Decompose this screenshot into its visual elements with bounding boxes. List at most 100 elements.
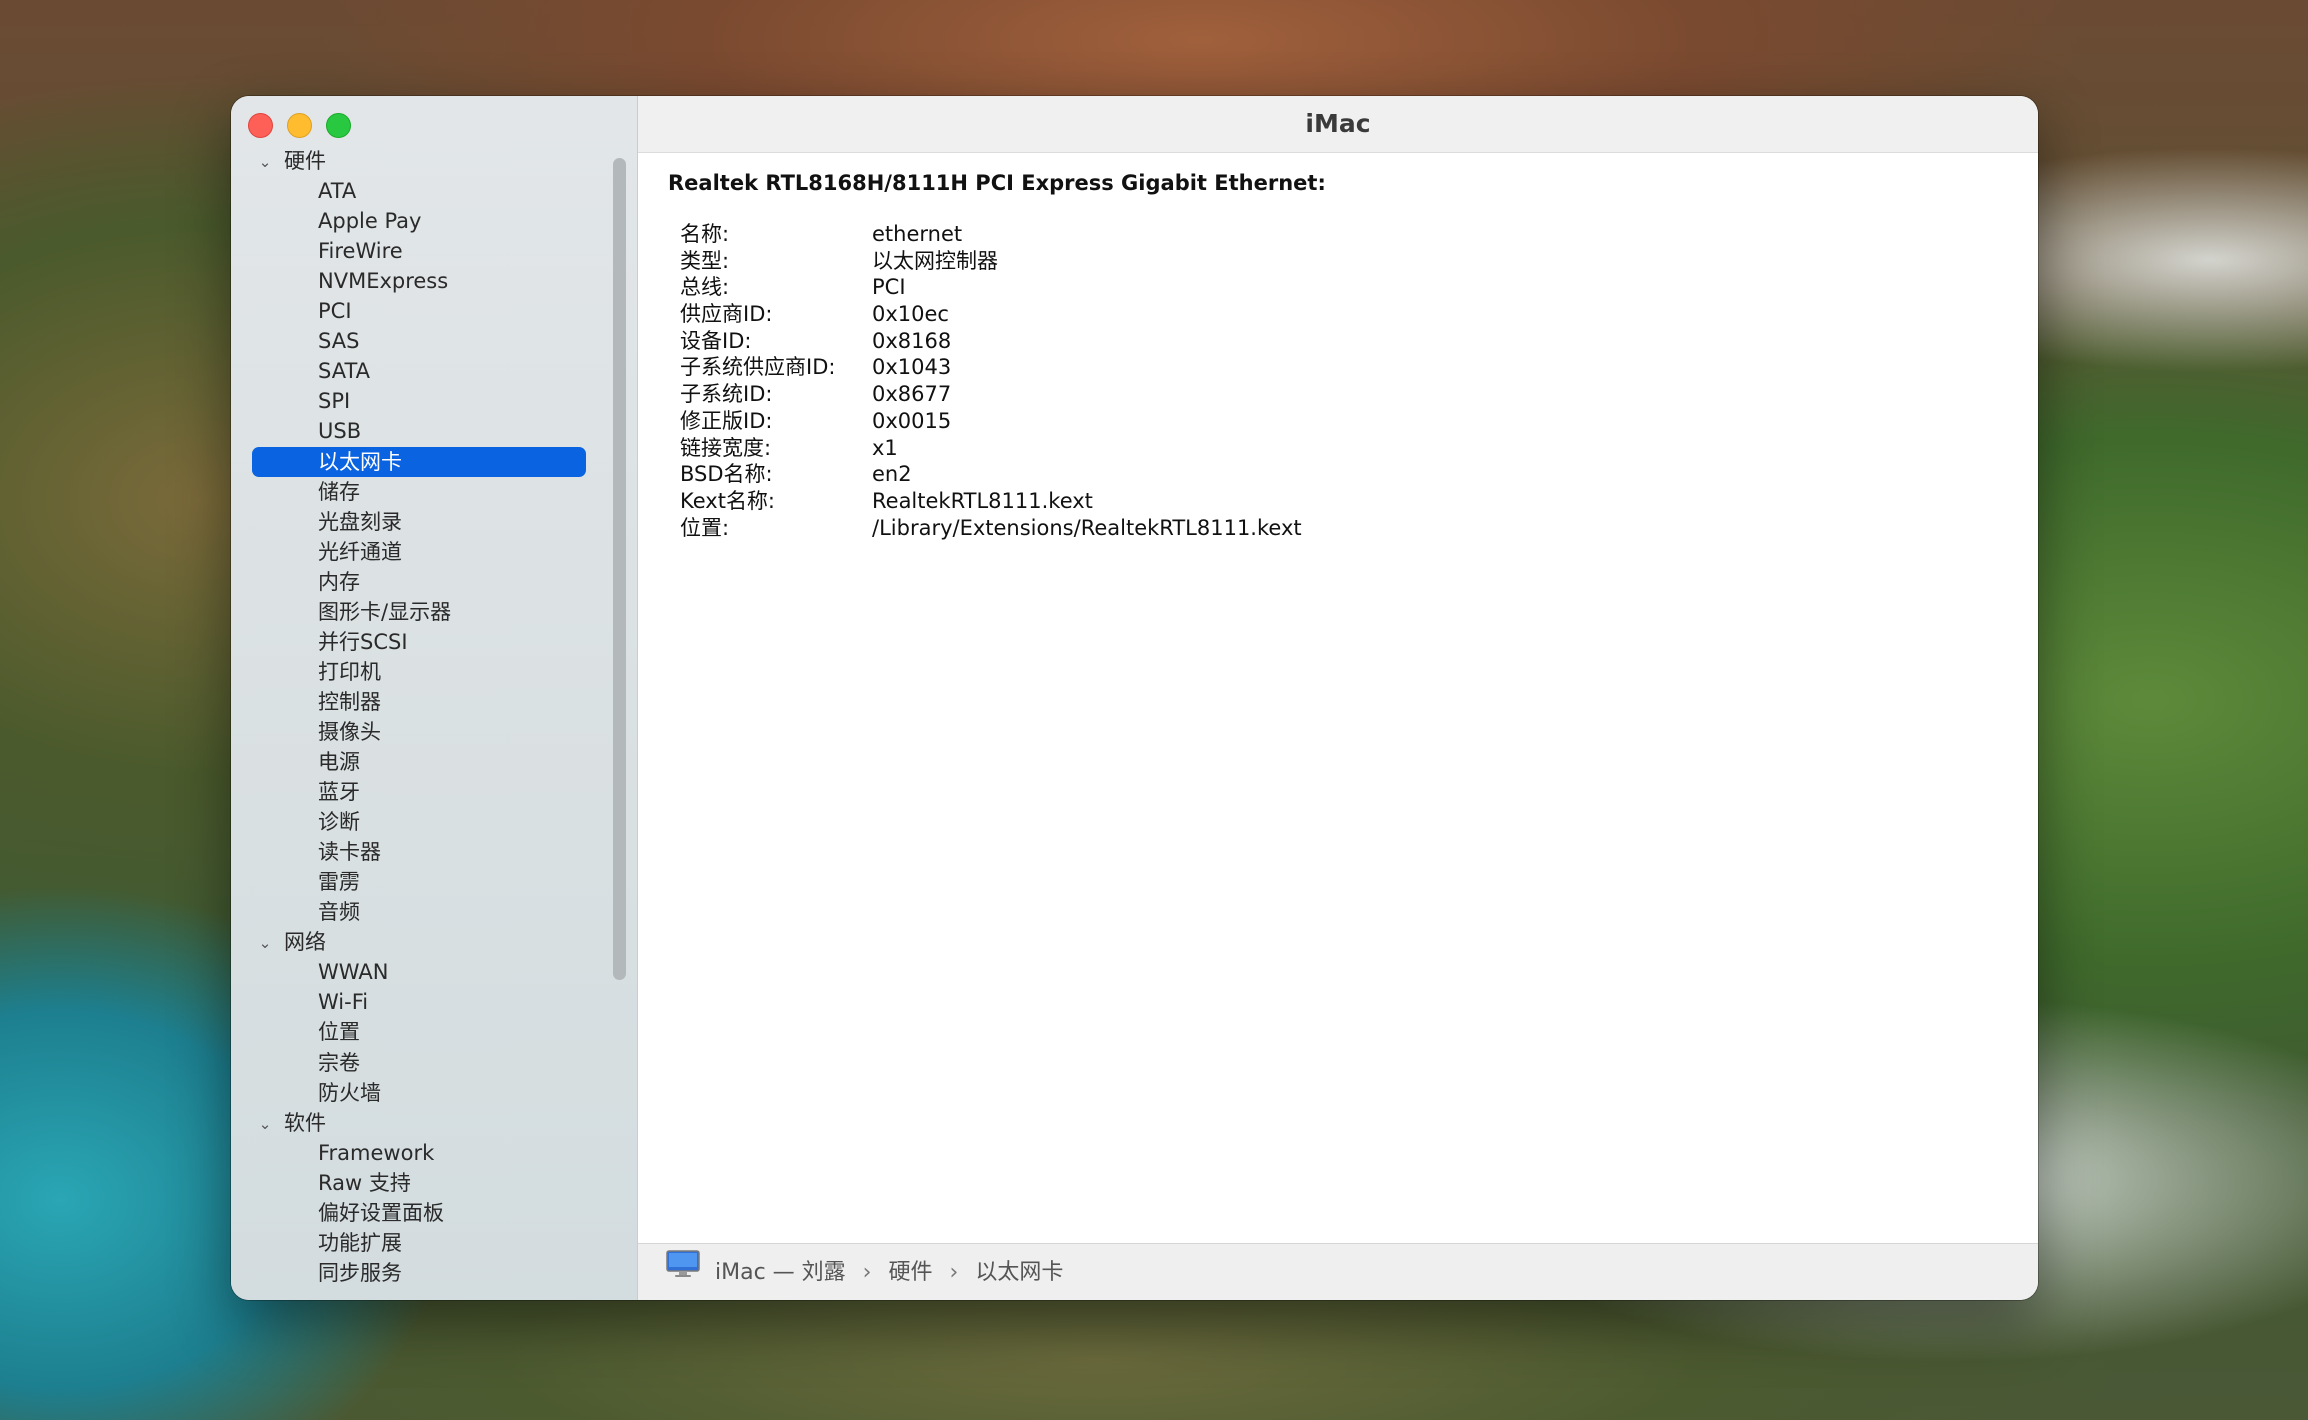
sidebar-item[interactable]: 图形卡/显示器 [318, 597, 451, 627]
sidebar-item[interactable]: 并行SCSI [318, 627, 408, 657]
sidebar-item[interactable]: 储存 [318, 477, 360, 507]
chevron-down-icon[interactable]: ⌄ [256, 928, 274, 958]
property-row: 设备ID: 0x8168 [680, 328, 1302, 355]
sidebar-item[interactable]: 功能扩展 [318, 1228, 402, 1258]
sidebar-group[interactable]: ⌄ 软件 [256, 1108, 326, 1138]
property-value: PCI [872, 275, 906, 300]
sidebar-item[interactable]: 电源 [318, 747, 360, 777]
close-button[interactable] [248, 113, 273, 138]
sidebar-item[interactable]: 诊断 [318, 807, 360, 837]
sidebar-item[interactable]: Framework [318, 1138, 434, 1168]
sidebar-scrollbar[interactable] [613, 158, 626, 980]
property-value: en2 [872, 462, 912, 487]
property-value: 0x1043 [872, 355, 952, 380]
imac-icon [666, 1243, 700, 1300]
property-key: 子系统供应商ID: [680, 355, 836, 380]
property-row: 名称: ethernet [680, 221, 1302, 248]
path-crumb-hardware[interactable]: 硬件 [888, 1260, 932, 1285]
main-pane: iMac Realtek RTL8168H/8111H PCI Express … [638, 96, 2038, 1300]
property-value: RealtekRTL8111.kext [872, 488, 1093, 513]
sidebar-item[interactable]: NVMExpress [318, 266, 448, 296]
property-value: /Library/Extensions/RealtekRTL8111.kext [872, 515, 1302, 540]
property-row: 链接宽度: x1 [680, 435, 1302, 462]
property-row: 总线: PCI [680, 274, 1302, 301]
property-key: 修正版ID: [680, 408, 773, 433]
property-key: 子系统ID: [680, 382, 773, 407]
sidebar-item[interactable]: 摄像头 [318, 717, 381, 747]
path-computer[interactable]: iMac — 刘露 [715, 1260, 846, 1285]
property-row: 类型: 以太网控制器 [680, 248, 1302, 275]
sidebar-item[interactable]: Raw 支持 [318, 1168, 411, 1198]
sidebar-item[interactable]: ATA [318, 176, 356, 206]
sidebar-group[interactable]: ⌄ 网络 [256, 927, 326, 957]
sidebar-group-label: 硬件 [284, 149, 326, 173]
detail-content: Realtek RTL8168H/8111H PCI Express Gigab… [638, 153, 2038, 1242]
sidebar-item[interactable]: 音频 [318, 897, 360, 927]
property-key: 总线: [680, 275, 730, 300]
chevron-right-icon: › [862, 1260, 872, 1285]
sidebar-item[interactable]: USB [318, 416, 361, 446]
property-key: 类型: [680, 248, 730, 273]
property-key: Kext名称: [680, 488, 776, 513]
property-value: 以太网控制器 [872, 248, 998, 273]
zoom-button[interactable] [326, 113, 351, 138]
sidebar-item[interactable]: SPI [318, 386, 350, 416]
sidebar-item[interactable]: 宗卷 [318, 1048, 360, 1078]
sidebar-item[interactable]: 打印机 [318, 657, 381, 687]
sidebar-group[interactable]: ⌄ 硬件 [256, 146, 326, 176]
property-value: 0x10ec [872, 302, 949, 327]
sidebar-item[interactable]: 读卡器 [318, 837, 381, 867]
sidebar-item[interactable]: SAS [318, 326, 359, 356]
window-title: iMac [638, 96, 2038, 153]
property-value: 0x8677 [872, 382, 952, 407]
sidebar-item[interactable]: 防火墙 [318, 1078, 381, 1108]
sidebar: ⌄ 硬件 ATA Apple Pay FireWire NVMExpress PCI SAS S… [231, 96, 638, 1300]
property-key: BSD名称: [680, 462, 773, 487]
property-row: 子系统ID: 0x8677 [680, 381, 1302, 408]
property-row: 修正版ID: 0x0015 [680, 408, 1302, 435]
sidebar-item[interactable]: 雷雳 [318, 867, 360, 897]
sidebar-item[interactable]: Apple Pay [318, 206, 421, 236]
property-row: 子系统供应商ID: 0x1043 [680, 354, 1302, 381]
property-key: 供应商ID: [680, 302, 773, 327]
sidebar-item[interactable]: 光盘刻录 [318, 507, 402, 537]
sidebar-item[interactable]: FireWire [318, 236, 403, 266]
path-crumb-ethernet[interactable]: 以太网卡 [975, 1260, 1063, 1285]
property-value: x1 [872, 435, 898, 460]
minimize-button[interactable] [287, 113, 312, 138]
sidebar-item[interactable]: 光纤通道 [318, 537, 402, 567]
sidebar-item[interactable]: SATA [318, 356, 370, 386]
chevron-right-icon: › [949, 1260, 959, 1285]
property-value: 0x8168 [872, 328, 952, 353]
property-value: ethernet [872, 222, 963, 246]
system-information-window: ⌄ 硬件 ATA Apple Pay FireWire NVMExpress PCI SAS S… [231, 96, 2038, 1300]
sidebar-item[interactable]: 蓝牙 [318, 777, 360, 807]
sidebar-item[interactable]: PCI [318, 296, 352, 326]
sidebar-item[interactable]: 内存 [318, 567, 360, 597]
window-controls [248, 113, 351, 138]
sidebar-item[interactable]: 偏好设置面板 [318, 1198, 444, 1228]
property-row: 供应商ID: 0x10ec [680, 301, 1302, 328]
sidebar-item[interactable]: 以太网卡 [252, 446, 586, 477]
chevron-down-icon[interactable]: ⌄ [256, 147, 274, 177]
property-key: 位置: [680, 515, 730, 540]
property-key: 链接宽度: [680, 435, 772, 460]
chevron-down-icon[interactable]: ⌄ [256, 1109, 274, 1139]
sidebar-item[interactable]: 控制器 [318, 687, 381, 717]
property-key: 设备ID: [680, 328, 752, 353]
property-row: Kext名称: RealtekRTL8111.kext [680, 488, 1302, 515]
property-list: 名称: ethernet 类型: 以太网控制器 总线: PCI 供应商ID: 0x10ec 设备… [680, 221, 1302, 541]
sidebar-group-label: 网络 [284, 930, 326, 955]
sidebar-item[interactable]: 同步服务 [318, 1258, 402, 1288]
property-value: 0x0015 [872, 408, 952, 433]
property-row: 位置: /Library/Extensions/RealtekRTL8111.ke… [680, 515, 1302, 542]
sidebar-tree: ⌄ 硬件 ATA Apple Pay FireWire NVMExpress PCI SAS S… [231, 146, 637, 1300]
device-heading: Realtek RTL8168H/8111H PCI Express Gigab… [668, 171, 1326, 195]
sidebar-item[interactable]: Wi-Fi [318, 987, 368, 1017]
sidebar-item[interactable]: WWAN [318, 957, 388, 987]
property-row: BSD名称: en2 [680, 461, 1302, 488]
sidebar-item[interactable]: 位置 [318, 1017, 360, 1047]
property-key: 名称: [680, 222, 730, 246]
sidebar-group-label: 软件 [284, 1110, 326, 1135]
path-bar: iMac — 刘露 › 硬件 › 以太网卡 [638, 1243, 2038, 1300]
